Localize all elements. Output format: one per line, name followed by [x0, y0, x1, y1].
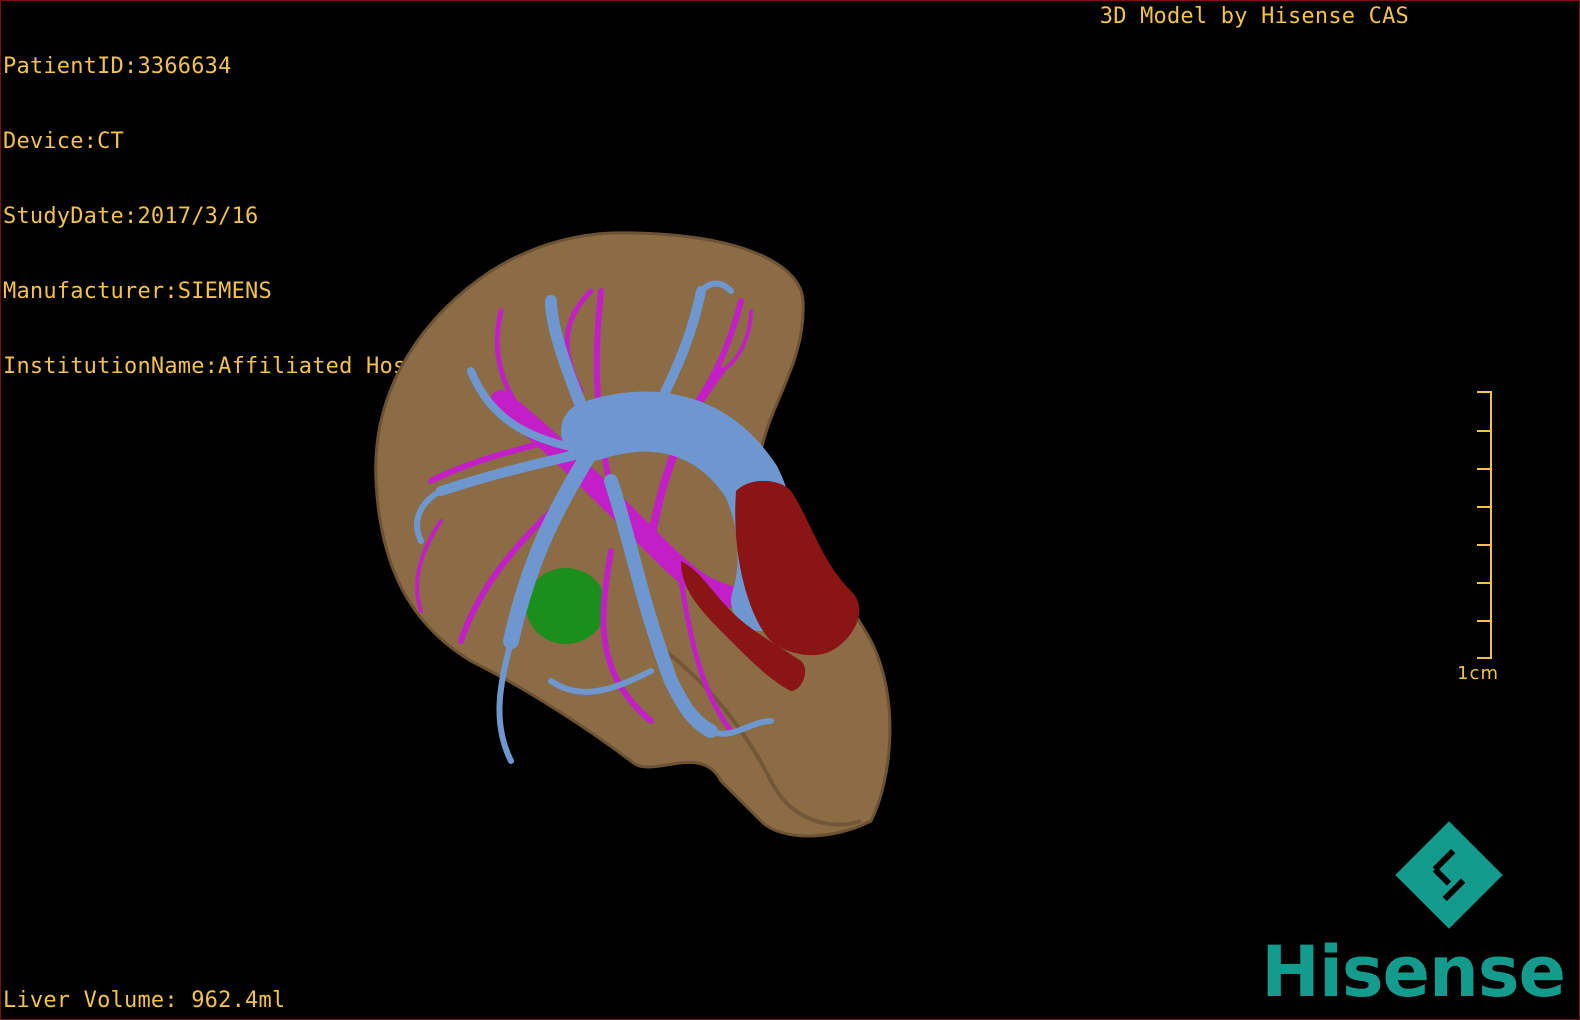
device-text: Device:CT: [3, 129, 125, 154]
scale-bar-label: 1cm: [1457, 663, 1499, 684]
3d-viewport[interactable]: PatientID:3366634 Device:CT StudyDate:20…: [0, 0, 1580, 1020]
scale-bar: [1477, 391, 1492, 659]
model-credit-text: 3D Model by Hisense CAS: [1099, 4, 1409, 29]
hisense-wordmark: Hisense: [1261, 931, 1566, 1013]
patient-id-text: PatientID:3366634: [3, 54, 232, 79]
liver-3d-model[interactable]: [351, 221, 911, 861]
liver-volume-text: Liver Volume: 962.4ml: [3, 988, 286, 1013]
gallbladder: [526, 568, 606, 644]
